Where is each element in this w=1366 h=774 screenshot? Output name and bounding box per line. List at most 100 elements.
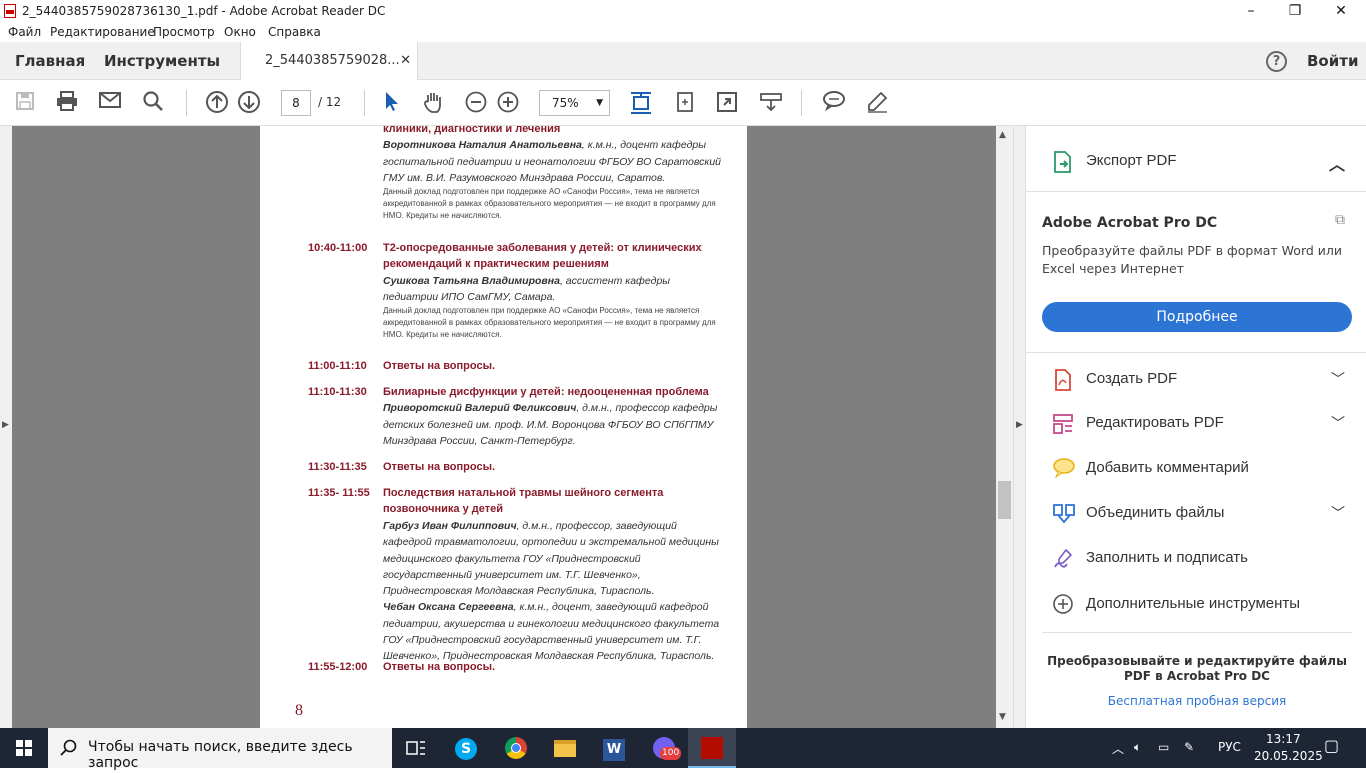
minimize-button[interactable]: – xyxy=(1228,0,1274,22)
previous-page-icon[interactable] xyxy=(204,90,230,116)
tool-combine-files[interactable]: Объединить файлы ﹀ xyxy=(1026,492,1366,536)
full-screen-icon[interactable] xyxy=(714,90,740,116)
speaker-name: Гарбуз Иван Филиппович xyxy=(383,520,517,532)
export-pdf-label: Экспорт PDF xyxy=(1086,152,1177,169)
save-icon[interactable] xyxy=(12,90,38,116)
hand-tool-icon[interactable] xyxy=(420,90,446,116)
tab-tools[interactable]: Инструменты xyxy=(104,42,220,80)
expand-left-icon[interactable]: ▶ xyxy=(2,420,9,430)
show-hidden-icons[interactable]: ︿ xyxy=(1112,740,1124,757)
maximize-button[interactable]: ❐ xyxy=(1272,0,1318,22)
right-panel-toggle[interactable]: ▶ xyxy=(1013,126,1025,728)
print-icon[interactable] xyxy=(54,90,80,116)
battery-icon[interactable]: ▭ xyxy=(1158,740,1169,754)
session-time: 11:30-11:35 xyxy=(308,461,367,473)
speaker-name: Приворотский Валерий Феликсович xyxy=(383,402,577,415)
word-icon[interactable]: W xyxy=(590,728,638,768)
notifications-icon[interactable]: ▢ xyxy=(1324,736,1339,755)
chrome-icon[interactable] xyxy=(492,728,540,768)
product-name: Adobe Acrobat Pro DC xyxy=(1042,215,1218,231)
tool-label: Дополнительные инструменты xyxy=(1086,595,1301,612)
fit-page-icon[interactable] xyxy=(628,90,654,116)
divider xyxy=(1042,632,1352,633)
sponsor-note: Данный доклад подготовлен при поддержке … xyxy=(383,306,716,340)
left-panel-toggle[interactable]: ▶ xyxy=(0,126,12,728)
highlight-pen-icon[interactable] xyxy=(864,90,890,116)
scroll-mode-icon[interactable] xyxy=(758,90,784,116)
tool-create-pdf[interactable]: Создать PDF ﹀ xyxy=(1026,358,1366,402)
tool-fill-sign[interactable]: Заполнить и подписать xyxy=(1026,537,1366,581)
speaker-name: Воротникова Наталия Анатольевна xyxy=(383,139,582,152)
export-pdf-header[interactable]: Экспорт PDF ︿ xyxy=(1026,140,1366,192)
menu-file[interactable]: Файл xyxy=(8,25,41,39)
tab-close-icon[interactable]: ✕ xyxy=(400,42,411,80)
export-pdf-icon xyxy=(1052,150,1074,173)
session-time: 11:55-12:00 xyxy=(308,661,368,673)
volume-icon[interactable]: 🔈︎ xyxy=(1134,740,1141,755)
zoom-select[interactable]: 75% ▼ xyxy=(539,90,610,116)
pdf-page: клиники, диагностики и лечения Воротнико… xyxy=(260,126,747,728)
file-explorer-icon[interactable] xyxy=(541,728,589,768)
clock-date[interactable]: 20.05.2025 xyxy=(1254,749,1323,763)
search-icon xyxy=(60,739,77,756)
copy-icon[interactable]: ⧉ xyxy=(1335,212,1345,228)
session-time: 11:10-11:30 xyxy=(308,386,367,398)
tool-edit-pdf[interactable]: Редактировать PDF ﹀ xyxy=(1026,402,1366,446)
tool-more-tools[interactable]: Дополнительные инструменты xyxy=(1026,583,1366,627)
scroll-down-icon[interactable]: ▼ xyxy=(999,712,1006,722)
free-trial-link[interactable]: Бесплатная пробная версия xyxy=(1042,694,1352,708)
page-number-input[interactable]: 8 xyxy=(281,90,311,116)
acrobat-taskbar-icon[interactable] xyxy=(688,728,736,768)
zoom-value: 75% xyxy=(552,96,579,110)
notification-badge: 100 xyxy=(660,747,682,760)
scroll-up-icon[interactable]: ▲ xyxy=(999,130,1006,140)
page-total: / 12 xyxy=(318,95,342,109)
tool-label: Создать PDF xyxy=(1086,370,1178,387)
speaker-name: Чебан Оксана Сергеевна xyxy=(383,601,514,614)
tab-document[interactable]: 2_5440385759028... ✕ xyxy=(240,42,418,81)
tool-add-comment[interactable]: Добавить комментарий xyxy=(1026,447,1366,491)
rotate-view-icon[interactable] xyxy=(672,90,698,116)
chevron-down-icon[interactable]: ﹀ xyxy=(1331,369,1345,389)
toolbar: 8 / 12 75% ▼ xyxy=(0,80,1366,126)
skype-icon[interactable]: S xyxy=(442,728,490,768)
windows-start-icon[interactable] xyxy=(0,728,48,768)
comment-icon xyxy=(1052,457,1075,479)
chevron-up-icon[interactable]: ︿ xyxy=(1329,151,1345,175)
divider xyxy=(1026,352,1366,353)
tools-pane: Экспорт PDF ︿ Adobe Acrobat Pro DC ⧉ Пре… xyxy=(1025,126,1366,728)
session-title: клиники, диагностики и лечения xyxy=(383,126,561,135)
email-icon[interactable] xyxy=(97,90,123,116)
menu-edit[interactable]: Редактирование xyxy=(50,25,155,39)
zoom-out-icon[interactable] xyxy=(463,90,489,116)
select-tool-icon[interactable] xyxy=(378,90,404,116)
task-view-icon[interactable] xyxy=(392,728,440,768)
session-time: 10:40-11:00 xyxy=(308,242,368,254)
next-page-icon[interactable] xyxy=(236,90,262,116)
create-pdf-icon xyxy=(1052,368,1074,391)
menu-help[interactable]: Справка xyxy=(268,25,321,39)
viber-icon[interactable]: 100 xyxy=(640,728,688,768)
close-button[interactable]: ✕ xyxy=(1318,0,1364,22)
taskbar-search-input[interactable]: Чтобы начать поиск, введите здесь запрос xyxy=(48,728,392,771)
collapse-right-icon[interactable]: ▶ xyxy=(1016,420,1023,430)
sign-in-button[interactable]: Войти xyxy=(1307,42,1358,80)
search-icon[interactable] xyxy=(140,90,166,116)
plus-circle-icon xyxy=(1052,593,1074,615)
menu-window[interactable]: Окно xyxy=(224,25,256,39)
learn-more-button[interactable]: Подробнее xyxy=(1042,302,1352,332)
clock-time[interactable]: 13:17 xyxy=(1266,732,1301,746)
network-icon[interactable]: ✎ xyxy=(1184,740,1194,754)
help-icon[interactable]: ? xyxy=(1266,51,1287,72)
comment-icon[interactable] xyxy=(821,90,847,116)
vertical-scrollbar[interactable]: ▲ ▼ xyxy=(996,126,1013,728)
zoom-in-icon[interactable] xyxy=(495,90,521,116)
scrollbar-thumb[interactable] xyxy=(998,481,1011,519)
tool-label: Добавить комментарий xyxy=(1086,459,1249,476)
export-description: Преобразуйте файлы PDF в формат Word или… xyxy=(1042,243,1343,276)
chevron-down-icon[interactable]: ﹀ xyxy=(1331,503,1345,523)
language-indicator[interactable]: РУС xyxy=(1218,740,1241,754)
chevron-down-icon[interactable]: ﹀ xyxy=(1331,413,1345,433)
tab-home[interactable]: Главная xyxy=(15,42,85,80)
menu-view[interactable]: Просмотр xyxy=(153,25,215,39)
